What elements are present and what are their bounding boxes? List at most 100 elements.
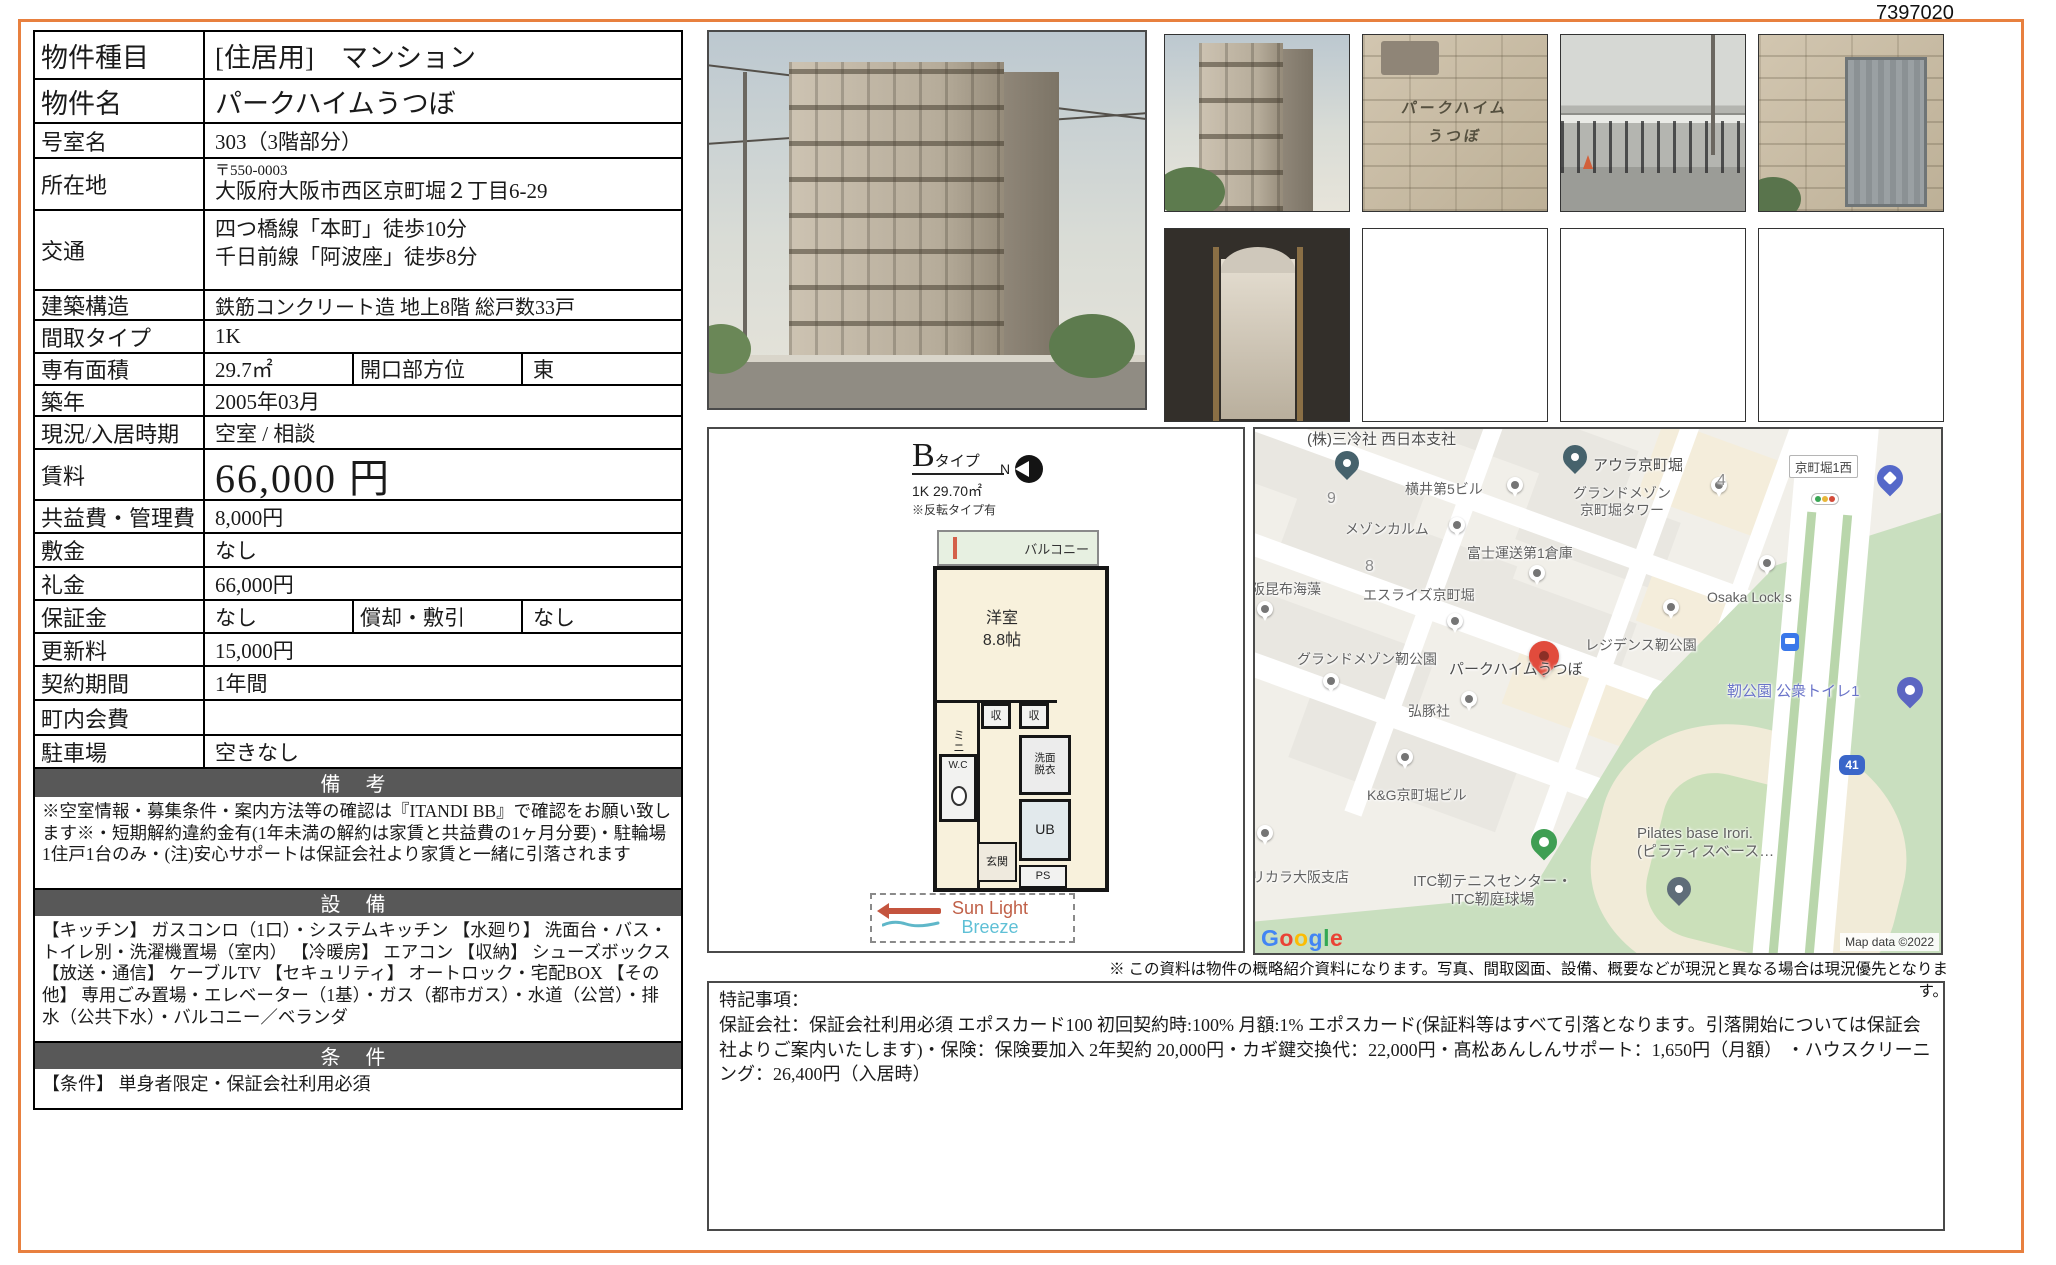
tree (1049, 314, 1135, 378)
table-row: 更新料15,000円 (35, 634, 681, 667)
table-row: 所在地 〒550-0003 大阪府大阪市西区京町堀２丁目6-29 (35, 159, 681, 211)
row-value: 1K (205, 321, 681, 352)
map-label: ITC靭テニスセンター・ ITC靭庭球場 (1413, 873, 1572, 909)
photo-thumb-nameplate: パークハイム うつぼ (1362, 34, 1548, 212)
special-notes-title: 特記事項： (719, 988, 1933, 1013)
map-pin-gas (1872, 460, 1909, 497)
row-value: 15,000円 (205, 634, 681, 665)
photo-thumb-elevator-hall (1164, 228, 1350, 422)
photo-slot-empty (1758, 228, 1944, 422)
property-table: 物件種目[住居用] マンション 物件名パークハイムうつぼ 号室名303（3階部分… (33, 30, 683, 1110)
map-pin-poi (1447, 613, 1463, 629)
breeze-wave-icon (882, 919, 940, 929)
row-label: 現況/入居時期 (35, 417, 205, 448)
table-row: 専有面積 29.7㎡ 開口部方位 東 (35, 354, 681, 386)
table-row: 保証金 なし 償却・敷引 なし (35, 601, 681, 634)
table-row: 契約期間1年間 (35, 667, 681, 701)
row-value: 〒550-0003 大阪府大阪市西区京町堀２丁目6-29 (205, 159, 681, 209)
map-label: リカラ大阪支店 (1253, 869, 1349, 886)
map-pin-poi (1449, 517, 1465, 533)
floorplan-unit: 洋室 8.8帖 ミニキッチン 収 収 洗面 脱衣 W.C UB 玄関 PS (933, 566, 1109, 892)
row-label: 交通 (35, 211, 205, 289)
table-row: 築年2005年03月 (35, 386, 681, 417)
remarks-header: 備 考 (35, 769, 681, 797)
row-value (205, 701, 681, 734)
photo-thumb-entrance-door (1758, 34, 1944, 212)
route-41-shield: 41 (1839, 755, 1865, 775)
bath-cell: UB (1019, 799, 1071, 861)
intersection-label: 京町堀1西 (1789, 455, 1858, 478)
rent-value: 66,000 円 (205, 450, 681, 499)
special-notes-box: 特記事項： 保証会社：保証会社利用必須 エポスカード100 初回契約時:100%… (707, 981, 1945, 1231)
row-value: 空室 / 相談 (205, 417, 681, 448)
row-subvalue: なし (523, 601, 681, 632)
table-row: 敷金なし (35, 534, 681, 568)
row-value: 303（3階部分） (205, 124, 681, 157)
transit-station-icon (1781, 633, 1799, 651)
access-line: 四つ橋線「本町」徒歩10分 (215, 215, 467, 243)
row-label: 共益費・管理費 (35, 501, 205, 532)
photo-slot-empty (1362, 228, 1548, 422)
row-label: 礼金 (35, 568, 205, 599)
map-label: 9 (1327, 489, 1336, 508)
room-label: 洋室 8.8帖 (937, 608, 1067, 651)
floorplan-note: ※反転タイプ有 (912, 501, 996, 518)
toilet-icon (951, 786, 967, 806)
row-value: 空きなし (205, 736, 681, 767)
row-value: パークハイムうつぼ (205, 80, 681, 122)
map-pin-poi (1759, 555, 1775, 571)
map-pin-poi (1507, 477, 1523, 493)
row-label: 物件名 (35, 80, 205, 122)
ps-cell: PS (1019, 865, 1067, 888)
row-label: 敷金 (35, 534, 205, 566)
map-label: 富士運送第1倉庫 (1467, 545, 1573, 562)
row-value: なし (205, 534, 681, 566)
table-row: 駐車場空きなし (35, 736, 681, 769)
compass-icon (1012, 452, 1046, 486)
type-suffix: タイプ (935, 454, 980, 470)
map-pin-poi (1257, 825, 1273, 841)
equipment-header: 設 備 (35, 890, 681, 916)
map-label: Pilates base Irori. (ピラティスベース… (1637, 825, 1774, 861)
postal-code: 〒550-0003 (215, 164, 288, 179)
photo-slot-empty (1560, 228, 1746, 422)
map-label: グランドメゾン 京町堀タワー (1573, 485, 1671, 519)
sunlight-breeze-logo: Sun Light Breeze (870, 893, 1075, 943)
map-pin-poi (1323, 673, 1339, 689)
photo-building-main (707, 30, 1147, 410)
row-value: 四つ橋線「本町」徒歩10分 千日前線「阿波座」徒歩8分 (205, 211, 681, 289)
map-pin-poi (1529, 565, 1545, 581)
map-label: 4 (1717, 471, 1726, 490)
row-label: 間取タイプ (35, 321, 205, 352)
remarks-text: ※空室情報・募集条件・案内方法等の確認は『ITANDI BB』で確認をお願い致し… (35, 797, 681, 890)
row-label: 契約期間 (35, 667, 205, 699)
map-pin-poi (1257, 601, 1273, 617)
access-line: 千日前線「阿波座」徒歩8分 (215, 243, 478, 271)
row-value: 2005年03月 (205, 386, 681, 415)
floorplan-spec: 1K 29.70㎡ (912, 481, 982, 501)
row-subvalue: 東 (523, 354, 681, 384)
row-label: 保証金 (35, 601, 205, 632)
table-row: 物件種目[住居用] マンション (35, 32, 681, 80)
map-panel: 41 (株)三冷社 西日本支社 9 横井第5ビル アウラ京町堀 グランドメゾン … (1253, 427, 1943, 955)
conditions-header: 条 件 (35, 1043, 681, 1069)
address: 大阪府大阪市西区京町堀２丁目6-29 (215, 179, 548, 203)
nameplate-text: うつぼ (1362, 125, 1548, 146)
storage-cell: 収 (1019, 703, 1049, 729)
row-label: 所在地 (35, 159, 205, 209)
table-row: 賃料66,000 円 (35, 450, 681, 501)
logo-breeze: Breeze (952, 918, 1028, 937)
north-label: N (1000, 461, 1010, 477)
table-row: 物件名パークハイムうつぼ (35, 80, 681, 124)
row-value: 29.7㎡ (205, 354, 352, 384)
property-datasheet: { "doc_number": "7397020", "table": { "r… (0, 0, 2056, 1265)
map-label: Osaka Lock.s (1707, 589, 1792, 606)
map-label: グランドメゾン靭公園 (1297, 651, 1437, 668)
row-value: なし (205, 601, 352, 632)
nameplate-lamp (1381, 41, 1439, 75)
map-label: 阪昆布海藻 (1253, 581, 1321, 598)
table-row: 交通 四つ橋線「本町」徒歩10分 千日前線「阿波座」徒歩8分 (35, 211, 681, 291)
special-notes-body: 保証会社：保証会社利用必須 エポスカード100 初回契約時:100% 月額:1%… (719, 1013, 1933, 1087)
nameplate-text: パークハイム (1362, 97, 1548, 118)
table-row: 町内会費 (35, 701, 681, 736)
